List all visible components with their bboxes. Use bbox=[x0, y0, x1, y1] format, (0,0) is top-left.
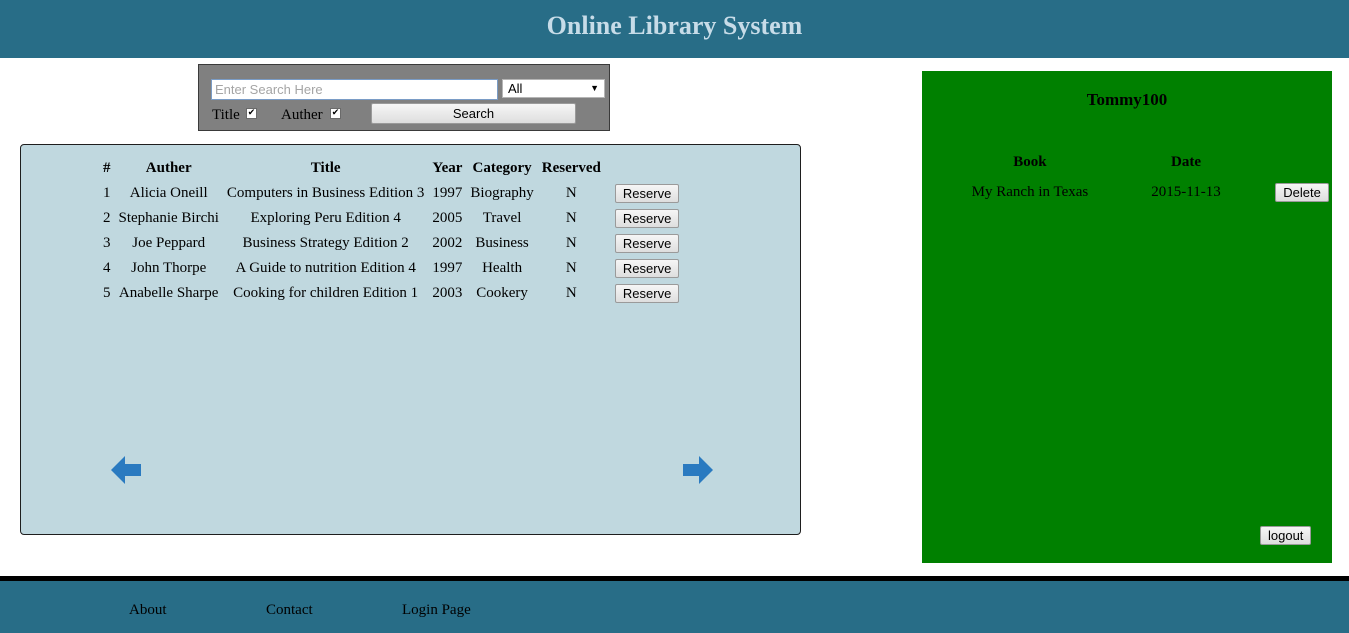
row-title: Computers in Business Edition 3 bbox=[226, 185, 425, 201]
row-author: Anabelle Sharpe bbox=[118, 285, 219, 301]
row-year: 2003 bbox=[432, 285, 463, 301]
reserve-button[interactable]: Reserve bbox=[614, 284, 680, 303]
row-reserved: N bbox=[565, 285, 577, 301]
row-reserved: N bbox=[565, 210, 577, 226]
row-title: A Guide to nutrition Edition 4 bbox=[235, 260, 416, 276]
title-checkbox-label: Title bbox=[212, 107, 240, 123]
column-header-reserved: Reserved bbox=[541, 159, 601, 176]
logout-button[interactable]: logout bbox=[1260, 526, 1312, 545]
column-header-action bbox=[1272, 149, 1332, 175]
column-header-number: # bbox=[103, 159, 111, 176]
row-year: 2002 bbox=[432, 235, 463, 251]
reserve-button[interactable]: Reserve bbox=[614, 234, 680, 253]
row-number: 5 bbox=[103, 285, 111, 301]
reserve-button[interactable]: Reserve bbox=[614, 184, 680, 203]
search-button[interactable]: Search bbox=[371, 103, 576, 124]
books-table: # Auther Title Year Category Reserved 1 … bbox=[99, 155, 683, 306]
user-panel: Tommy100 Book Date My Ranch in Texas 201… bbox=[922, 71, 1332, 563]
books-table-header: # Auther Title Year Category Reserved bbox=[99, 155, 683, 181]
arrow-left-icon[interactable] bbox=[111, 455, 141, 485]
footer-link-about[interactable]: About bbox=[129, 602, 167, 619]
row-title: Cooking for children Edition 1 bbox=[233, 285, 419, 301]
row-year: 1997 bbox=[432, 260, 463, 276]
column-header-action bbox=[605, 155, 683, 181]
table-row: 4 John Thorpe A Guide to nutrition Editi… bbox=[99, 256, 683, 281]
reservations-table: Book Date My Ranch in Texas 2015-11-13 D… bbox=[960, 149, 1332, 209]
table-row: 1 Alicia Oneill Computers in Business Ed… bbox=[99, 181, 683, 206]
row-title: Exploring Peru Edition 4 bbox=[250, 210, 401, 226]
row-category: Business bbox=[475, 235, 529, 251]
reserve-button[interactable]: Reserve bbox=[614, 259, 680, 278]
column-header-title: Title bbox=[310, 159, 341, 176]
footer-link-contact[interactable]: Contact bbox=[266, 602, 313, 619]
table-row: My Ranch in Texas 2015-11-13 Delete bbox=[960, 175, 1332, 209]
row-reserved: N bbox=[565, 235, 577, 251]
delete-button[interactable]: Delete bbox=[1275, 182, 1329, 202]
row-author: Stephanie Birchi bbox=[118, 210, 219, 226]
reservation-date: 2015-11-13 bbox=[1151, 183, 1221, 200]
search-input[interactable] bbox=[211, 79, 498, 100]
table-row: 5 Anabelle Sharpe Cooking for children E… bbox=[99, 281, 683, 306]
row-category: Cookery bbox=[476, 285, 528, 301]
column-header-date: Date bbox=[1171, 153, 1202, 170]
author-checkbox-label: Auther bbox=[281, 107, 323, 123]
search-panel: All ▼ Title ✔ Auther ✔ Search bbox=[198, 64, 610, 131]
column-header-author: Auther bbox=[145, 159, 192, 176]
row-category: Travel bbox=[482, 210, 522, 226]
row-reserved: N bbox=[565, 260, 577, 276]
row-title: Business Strategy Edition 2 bbox=[242, 235, 409, 251]
page-header: Online Library System bbox=[0, 0, 1349, 58]
column-header-book: Book bbox=[1013, 153, 1047, 170]
reserve-button[interactable]: Reserve bbox=[614, 209, 680, 228]
chevron-down-icon: ▼ bbox=[590, 83, 599, 93]
books-panel: # Auther Title Year Category Reserved 1 … bbox=[20, 144, 801, 535]
row-category: Biography bbox=[470, 185, 534, 201]
row-author: John Thorpe bbox=[131, 260, 207, 276]
row-year: 1997 bbox=[432, 185, 463, 201]
footer-link-login[interactable]: Login Page bbox=[402, 602, 471, 619]
username: Tommy100 bbox=[1086, 90, 1168, 109]
column-header-category: Category bbox=[472, 159, 532, 176]
row-reserved: N bbox=[565, 185, 577, 201]
search-filter-value: All bbox=[508, 81, 523, 96]
row-number: 2 bbox=[103, 210, 111, 226]
table-row: 2 Stephanie Birchi Exploring Peru Editio… bbox=[99, 206, 683, 231]
row-number: 3 bbox=[103, 235, 111, 251]
column-header-year: Year bbox=[432, 159, 463, 176]
row-year: 2005 bbox=[432, 210, 463, 226]
row-author: Alicia Oneill bbox=[129, 185, 208, 201]
arrow-right-icon[interactable] bbox=[683, 455, 713, 485]
footer: About Contact Login Page bbox=[0, 581, 1349, 633]
reservation-book: My Ranch in Texas bbox=[971, 183, 1089, 200]
row-author: Joe Peppard bbox=[132, 235, 206, 251]
row-category: Health bbox=[482, 260, 523, 276]
search-filter-select[interactable]: All ▼ bbox=[502, 79, 605, 98]
row-number: 1 bbox=[103, 185, 111, 201]
table-row: 3 Joe Peppard Business Strategy Edition … bbox=[99, 231, 683, 256]
row-number: 4 bbox=[103, 260, 111, 276]
page-title: Online Library System bbox=[546, 11, 803, 40]
title-checkbox[interactable]: ✔ bbox=[246, 108, 257, 119]
author-checkbox[interactable]: ✔ bbox=[330, 108, 341, 119]
